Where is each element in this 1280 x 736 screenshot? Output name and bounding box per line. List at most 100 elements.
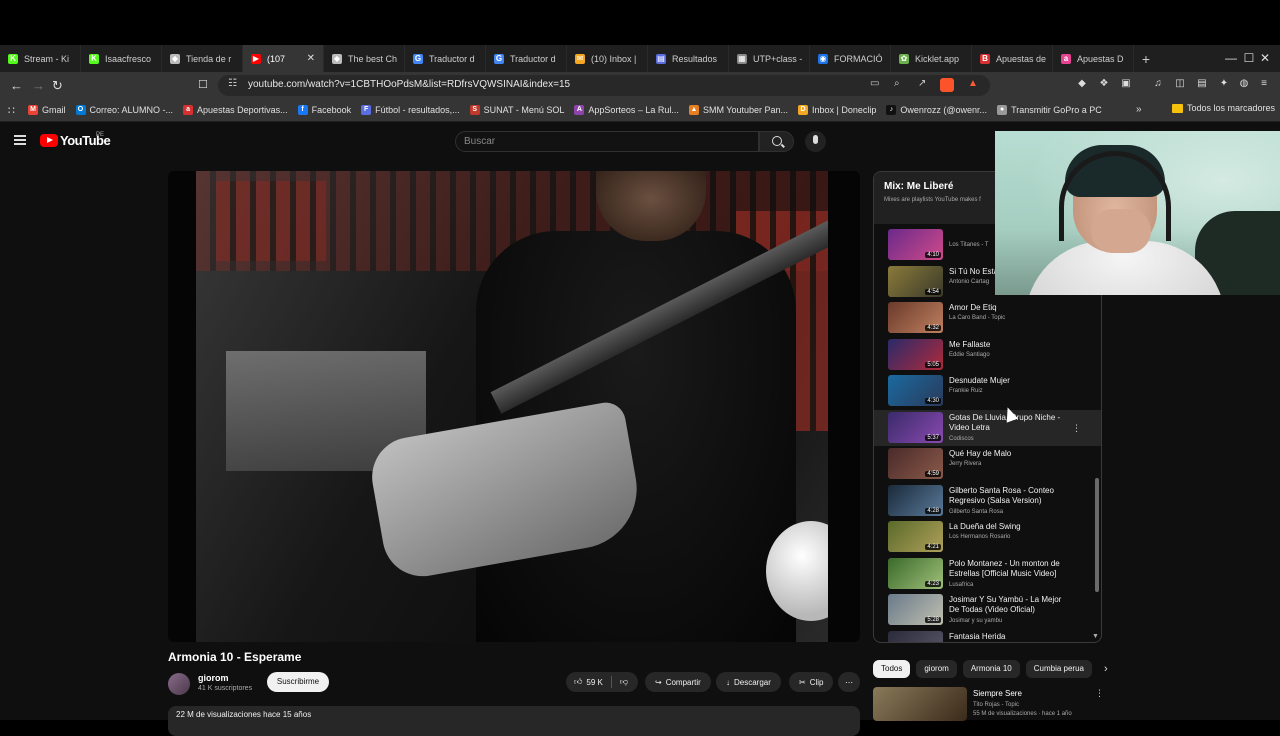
playlist-thumbnail[interactable]: 5:37 xyxy=(888,411,943,443)
filter-chip[interactable]: Cumbia perua xyxy=(1025,660,1092,678)
search-button[interactable] xyxy=(759,131,794,152)
more-actions-button[interactable]: ⋯ xyxy=(838,672,860,692)
bookmark-item[interactable]: O Correo: ALUMNO -... xyxy=(71,105,179,115)
brave-rewards-icon[interactable]: ▲ xyxy=(968,78,978,89)
browser-tab[interactable]: ◆ The best Ch xyxy=(324,45,405,72)
bookmark-item[interactable]: ▲ SMM Youtuber Pan... xyxy=(684,105,793,115)
reload-icon[interactable]: ↻ xyxy=(52,78,63,94)
vpn-icon[interactable]: ◍ xyxy=(1238,78,1250,90)
description-box[interactable]: 22 M de visualizaciones hace 15 años xyxy=(168,706,860,736)
playlist-title[interactable]: Mix: Me Liberé xyxy=(884,181,953,192)
extension-puzzle-icon[interactable]: ❖ xyxy=(1098,78,1110,90)
browser-menu-icon[interactable]: ≡ xyxy=(1258,78,1270,90)
bookmark-item[interactable]: f Facebook xyxy=(293,105,357,115)
playlist-thumbnail[interactable]: 4:21 xyxy=(888,521,943,552)
recommended-thumbnail[interactable] xyxy=(873,687,967,721)
cast-icon[interactable]: ▭ xyxy=(870,78,879,89)
youtube-logo-icon[interactable] xyxy=(40,134,58,147)
dislike-thumb-icon[interactable]: 👎︎ xyxy=(620,677,628,687)
like-thumb-icon[interactable]: 👍︎ xyxy=(574,677,582,687)
playlist-item[interactable]: 4:21 La Dueña del Swing Los Hermanos Rosar… xyxy=(874,519,1101,556)
bookmark-item[interactable]: D Inbox | Doneclip xyxy=(793,105,881,115)
browser-tab[interactable]: G Traductor d xyxy=(486,45,567,72)
hamburger-menu-icon[interactable] xyxy=(14,135,26,145)
playlist-thumbnail[interactable]: 4:32 xyxy=(888,302,943,333)
bookmark-item[interactable]: S SUNAT - Menú SOL xyxy=(465,105,570,115)
playlist-item[interactable]: 5:28 Josimar Y Su Yambú - La Mejor De Tod… xyxy=(874,592,1101,629)
share-page-icon[interactable]: ↗ xyxy=(918,78,926,89)
browser-tab[interactable]: ▤ Resultados xyxy=(648,45,729,72)
more-bookmarks-icon[interactable]: » xyxy=(1136,104,1142,115)
playlist-thumbnail[interactable]: 4:59 xyxy=(888,448,943,479)
url-bar[interactable]: ☷ youtube.com/watch?v=1CBTHOoPdsM&list=R… xyxy=(218,75,990,96)
playlist-item[interactable]: Fantasia Herida xyxy=(874,629,1101,642)
subscribe-button[interactable]: Suscribirme xyxy=(267,672,329,692)
leo-ai-icon[interactable]: ✦ xyxy=(1218,78,1230,90)
playlist-item[interactable]: 4:59 Qué Hay de Malo Jerry Rivera xyxy=(874,446,1101,483)
playlist-item[interactable]: 4:30 Desnudate Mujer Frankie Ruiz xyxy=(874,373,1101,410)
browser-tab[interactable]: ◆ Tienda de r xyxy=(162,45,243,72)
playlist-thumbnail[interactable]: 4:28 xyxy=(888,484,943,516)
browser-tab[interactable]: K Isaacfresco xyxy=(81,45,162,72)
playlist-item[interactable]: 5:05 Me Fallaste Eddie Santiago xyxy=(874,337,1101,374)
clip-button[interactable]: ✂ Clip xyxy=(789,672,834,692)
browser-tab[interactable]: ▶ (107 ✕ xyxy=(243,45,324,72)
playlist-thumbnail[interactable]: 4:54 xyxy=(888,265,943,297)
video-player[interactable] xyxy=(168,171,860,642)
apps-grid-icon[interactable]: ∷ xyxy=(8,104,15,117)
like-count[interactable]: 59 K xyxy=(586,678,602,687)
browser-tab[interactable]: ✿ Kicklet.app xyxy=(891,45,972,72)
playlist-thumbnail[interactable]: 4:10 xyxy=(888,229,943,260)
more-vertical-icon[interactable]: ⋮ xyxy=(1095,688,1104,699)
tab-close-icon[interactable]: ✕ xyxy=(307,53,315,64)
playlist-scrollbar[interactable] xyxy=(1095,478,1099,592)
brave-shield-icon[interactable] xyxy=(940,78,954,92)
filter-chip[interactable]: Armonia 10 xyxy=(962,660,1020,678)
bookmark-item[interactable]: M Gmail xyxy=(23,105,71,115)
voice-search-mic-icon[interactable] xyxy=(805,131,826,152)
share-button[interactable]: ↪ Compartir xyxy=(645,672,711,692)
extension-box-icon[interactable]: ▣ xyxy=(1120,78,1132,90)
browser-tab[interactable]: ◉ FORMACIÓ xyxy=(810,45,891,72)
bookmark-item[interactable]: A AppSorteos – La Rul... xyxy=(569,105,684,115)
filter-chip[interactable]: Todos xyxy=(873,660,911,678)
playlist-item[interactable]: 4:32 Amor De Etiq La Caro Band - Topic xyxy=(874,300,1101,337)
sidebar-toggle-icon[interactable]: ◫ xyxy=(1174,78,1186,90)
browser-tab[interactable]: ✉ (10) Inbox | xyxy=(567,45,648,72)
playlist-thumbnail[interactable]: 5:05 xyxy=(888,338,943,370)
bookmark-item[interactable]: a Apuestas Deportivas... xyxy=(178,105,293,115)
media-control-icon[interactable]: ♫ xyxy=(1152,78,1164,90)
download-button[interactable]: ↓ Descargar xyxy=(716,672,781,692)
playlist-thumbnail[interactable]: 4:30 xyxy=(888,375,943,406)
playlist-item[interactable]: 4:23 Polo Montanez - Un monton de Estrell… xyxy=(874,556,1101,593)
recommended-title[interactable]: Siempre Sere xyxy=(973,689,1022,698)
close-window-button[interactable]: ✕ xyxy=(1250,45,1280,72)
recommended-video[interactable]: Siempre Sere Tito Rojas - Topic 55 M de … xyxy=(873,685,1104,725)
channel-avatar[interactable] xyxy=(168,673,190,695)
browser-tab[interactable]: a Apuestas D xyxy=(1053,45,1134,72)
forward-arrow-icon[interactable]: → xyxy=(32,78,45,93)
browser-tab[interactable]: G Traductor d xyxy=(405,45,486,72)
bookmark-item[interactable]: ♪ Owenrozz (@owenr... xyxy=(881,105,992,115)
playlist-thumbnail[interactable]: 4:23 xyxy=(888,557,943,589)
filter-chip[interactable]: giorom xyxy=(916,660,957,678)
more-vertical-icon[interactable]: ⋮ xyxy=(1072,423,1081,434)
browser-tab[interactable]: K Stream - Ki xyxy=(0,45,81,72)
playlist-thumbnail[interactable]: 5:28 xyxy=(888,594,943,625)
channel-name[interactable]: giorom xyxy=(198,673,229,683)
scroll-down-arrow-icon[interactable]: ▼ xyxy=(1092,633,1099,640)
back-arrow-icon[interactable]: ← xyxy=(10,78,23,93)
bookmark-item[interactable]: F Fútbol - resultados,... xyxy=(356,105,465,115)
bookmark-item[interactable]: ● Transmitir GoPro a PC xyxy=(992,105,1107,115)
wallet-icon[interactable]: ▤ xyxy=(1196,78,1208,90)
playlist-item[interactable]: 5:37 Gotas De Lluvia, Grupo Niche - Video… xyxy=(874,409,1101,446)
browser-tab[interactable]: B Apuestas de xyxy=(972,45,1053,72)
playlist-item[interactable]: 4:28 Gilberto Santa Rosa - Conteo Regresi… xyxy=(874,483,1101,520)
browser-tab[interactable]: ▦ UTP+class - xyxy=(729,45,810,72)
playlist-thumbnail[interactable] xyxy=(888,630,943,642)
new-tab-button[interactable]: + xyxy=(1134,51,1158,67)
search-box[interactable] xyxy=(455,131,759,152)
bookmark-page-icon[interactable]: ☐ xyxy=(198,78,208,91)
all-bookmarks-folder[interactable]: Todos los marcadores xyxy=(1172,103,1275,113)
search-input[interactable] xyxy=(464,136,744,147)
